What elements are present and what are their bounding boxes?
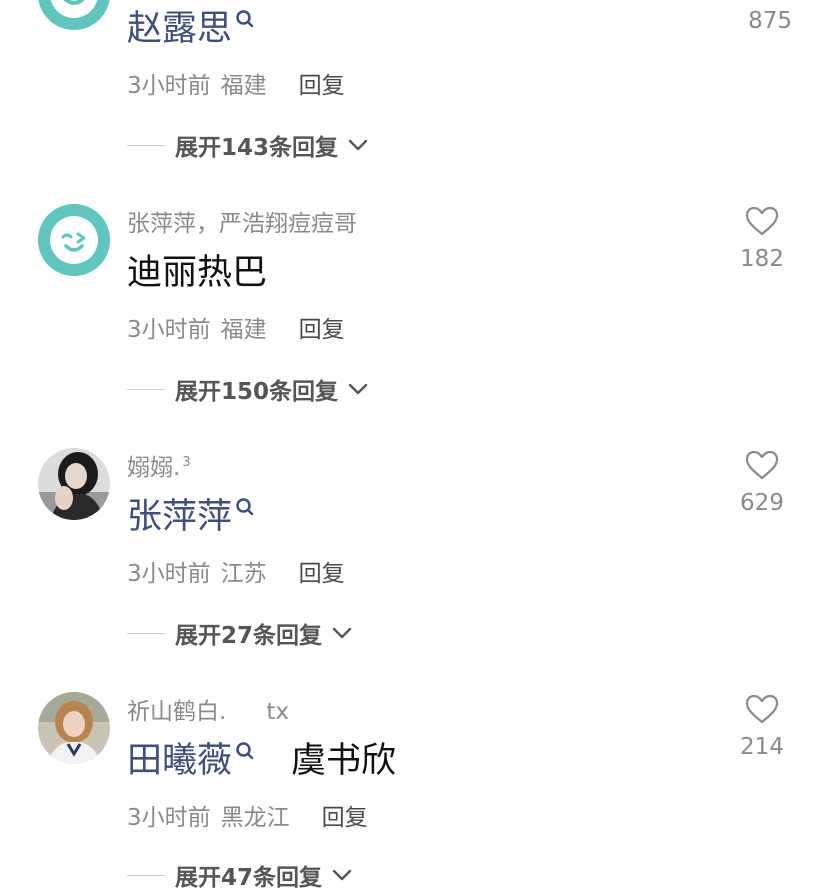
comment-text: 赵露思 [127, 0, 255, 51]
like-button[interactable]: 182 [732, 206, 792, 272]
divider-line [127, 388, 165, 390]
search-icon [235, 730, 255, 770]
avatar[interactable] [38, 0, 110, 30]
expand-label: 展开150条回复 [175, 379, 339, 405]
search-icon [235, 486, 255, 526]
reply-button[interactable]: 回复 [299, 310, 345, 344]
like-button[interactable]: 214 [732, 694, 792, 760]
mention-name: 田曦薇 [127, 741, 233, 781]
timestamp: 3小时前 [127, 805, 211, 831]
comment-body: 迪丽热巴 [127, 253, 268, 293]
heart-outline-icon [745, 694, 779, 724]
chevron-down-icon [332, 868, 352, 882]
chevron-down-icon [348, 382, 368, 396]
reply-button[interactable]: 回复 [299, 66, 345, 100]
comment-meta: 3小时前 福建 回复 [127, 310, 345, 344]
location: 福建 [220, 73, 267, 99]
location: 福建 [220, 317, 267, 343]
avatar[interactable] [38, 692, 110, 764]
comment-text: 迪丽热巴 [127, 244, 267, 295]
photo-girl-avatar [38, 448, 110, 520]
mention-link[interactable]: 张萍萍 [127, 488, 255, 539]
like-count: 182 [740, 246, 784, 272]
expand-replies-button[interactable]: 展开143条回复 [127, 128, 368, 162]
like-count: 629 [740, 490, 784, 516]
comment-meta: 3小时前 黑龙江 回复 [127, 798, 368, 832]
search-icon [235, 0, 255, 38]
comment-meta: 3小时前 江苏 回复 [127, 554, 345, 588]
expand-replies-button[interactable]: 展开47条回复 [127, 858, 352, 892]
heart-outline-icon [745, 450, 779, 480]
like-button[interactable]: 629 [732, 450, 792, 516]
smile-emoji-icon [38, 0, 110, 30]
comment-text: 张萍萍 [127, 488, 255, 539]
mention-link[interactable]: 田曦薇 [127, 732, 255, 783]
wink-emoji-icon [38, 204, 110, 276]
like-count: 214 [740, 734, 784, 760]
comment-body: 虞书欣 [291, 741, 397, 781]
username[interactable]: 祈山鹤白. tx [127, 692, 289, 726]
username-text: 嫋嫋. [127, 455, 181, 481]
location: 江苏 [220, 561, 267, 587]
username-extra: tx [266, 699, 289, 725]
divider-line [127, 632, 165, 634]
avatar[interactable] [38, 204, 110, 276]
heart-outline-icon [745, 206, 779, 236]
username-text: 祈山鹤白. [127, 699, 227, 725]
expand-replies-button[interactable]: 展开27条回复 [127, 616, 352, 650]
username-badge: 3 [182, 455, 191, 471]
reply-button[interactable]: 回复 [322, 798, 368, 832]
photo-woman-avatar [38, 692, 110, 764]
mention-link[interactable]: 赵露思 [127, 0, 255, 51]
like-count: 875 [748, 8, 792, 34]
expand-label: 展开27条回复 [175, 623, 323, 649]
expand-label: 展开47条回复 [175, 865, 323, 891]
timestamp: 3小时前 [127, 317, 211, 343]
location: 黑龙江 [220, 805, 290, 831]
mention-name: 张萍萍 [127, 497, 233, 537]
timestamp: 3小时前 [127, 73, 211, 99]
username[interactable]: 嫋嫋. 3 [127, 448, 191, 482]
chevron-down-icon [332, 626, 352, 640]
divider-line [127, 144, 165, 146]
expand-label: 展开143条回复 [175, 135, 339, 161]
expand-replies-button[interactable]: 展开150条回复 [127, 372, 368, 406]
timestamp: 3小时前 [127, 561, 211, 587]
reply-button[interactable]: 回复 [299, 554, 345, 588]
avatar[interactable] [38, 448, 110, 520]
comment-text: 田曦薇 虞书欣 [127, 732, 396, 783]
username[interactable]: 张萍萍，严浩翔痘痘哥 [127, 204, 357, 238]
mention-name: 赵露思 [127, 9, 233, 49]
comment-meta: 3小时前 福建 回复 [127, 66, 345, 100]
chevron-down-icon [348, 138, 368, 152]
divider-line [127, 874, 165, 876]
